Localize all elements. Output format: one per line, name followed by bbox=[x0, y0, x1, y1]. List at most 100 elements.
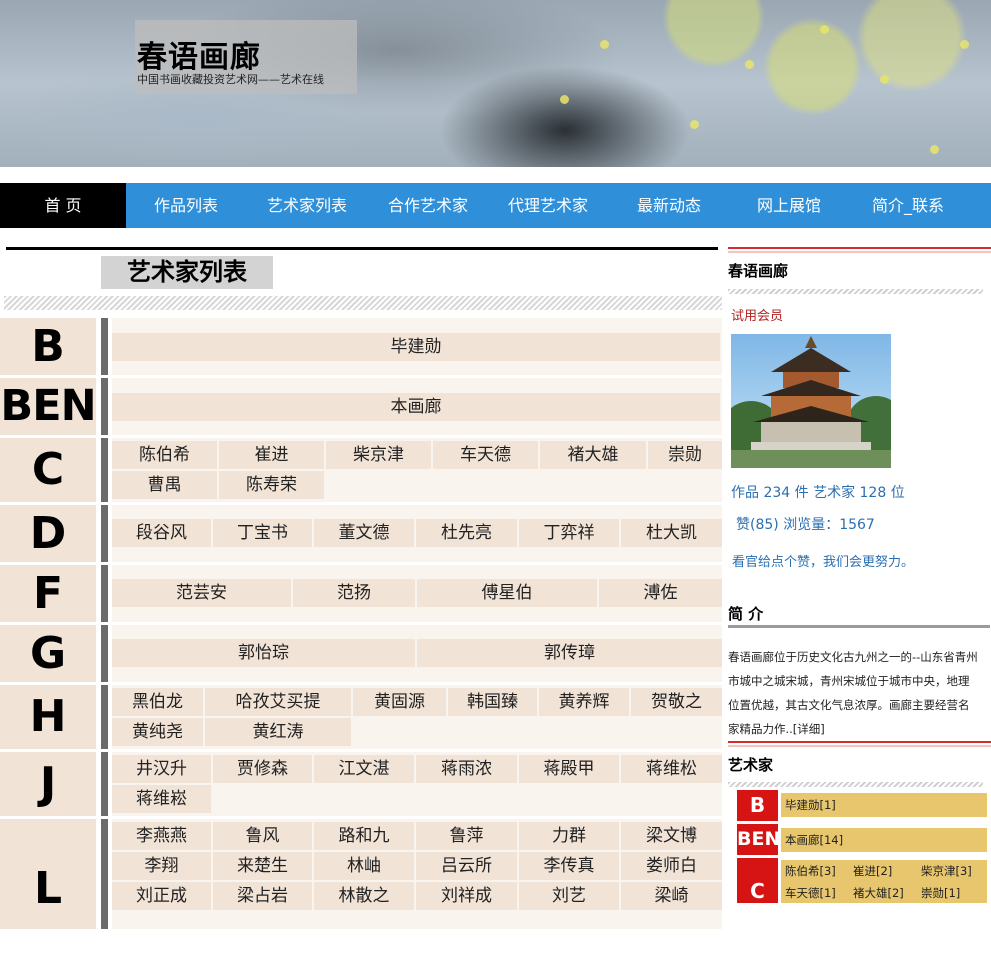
artist-link[interactable]: 丁弈祥 bbox=[519, 519, 621, 547]
artist-link[interactable]: 哈孜艾买提 bbox=[205, 688, 353, 716]
artist-link[interactable]: 陈伯希 bbox=[112, 441, 219, 469]
group-letter: F bbox=[0, 565, 96, 622]
artist-link[interactable]: 刘正成 bbox=[112, 882, 213, 910]
group-letter: L bbox=[0, 819, 96, 929]
group-names: 井汉升 贾修森 江文湛 蒋雨浓 蒋殿甲 蒋维松 蒋维崧 bbox=[112, 752, 722, 816]
nav-item-online-gallery[interactable]: 网上展馆 bbox=[730, 183, 848, 228]
sidebar-red-rule bbox=[728, 741, 991, 743]
artist-link[interactable]: 崔进 bbox=[219, 441, 326, 469]
sidebar-intro-heading: 简 介 bbox=[728, 605, 764, 623]
artist-link[interactable]: 路和九 bbox=[314, 822, 416, 850]
decorative-dot bbox=[820, 25, 829, 34]
artist-link[interactable]: 曹禺 bbox=[112, 471, 219, 499]
artist-link[interactable]: 蒋维松 bbox=[621, 755, 722, 783]
artist-link[interactable]: 娄师白 bbox=[621, 852, 722, 880]
artist-link[interactable]: 蒋雨浓 bbox=[416, 755, 519, 783]
group-names: 李燕燕 鲁风 路和九 鲁萍 力群 梁文博 李翔 来楚生 林岫 吕云所 李传真 娄… bbox=[112, 819, 722, 929]
artist-link[interactable]: 李传真 bbox=[519, 852, 621, 880]
artist-link[interactable]: 贾修森 bbox=[213, 755, 314, 783]
artist-link[interactable]: 梁崎 bbox=[621, 882, 722, 910]
artist-link[interactable]: 郭怡琮 bbox=[112, 639, 417, 667]
artist-link[interactable]: 褚大雄 bbox=[540, 441, 648, 469]
artist-link[interactable]: 崇勋 bbox=[648, 441, 722, 469]
artist-group-d: D 段谷风 丁宝书 董文德 杜先亮 丁弈祥 杜大凯 bbox=[0, 505, 722, 562]
artist-link[interactable]: 黄纯尧 bbox=[112, 718, 205, 746]
artist-link[interactable]: 溥佐 bbox=[599, 579, 722, 607]
artist-link[interactable]: 林散之 bbox=[314, 882, 416, 910]
group-gutter bbox=[101, 505, 108, 562]
decorative-dot bbox=[560, 95, 569, 104]
group-names: 本画廊 bbox=[112, 378, 722, 435]
artist-link[interactable]: 力群 bbox=[519, 822, 621, 850]
hatch-divider bbox=[4, 296, 722, 310]
nav-item-news[interactable]: 最新动态 bbox=[608, 183, 730, 228]
artist-link[interactable]: 蒋殿甲 bbox=[519, 755, 621, 783]
artist-link[interactable]: 董文德 bbox=[314, 519, 416, 547]
side-artist-link[interactable]: 崔进[2] bbox=[853, 863, 892, 879]
artist-link[interactable]: 贺敬之 bbox=[631, 688, 722, 716]
artist-link[interactable]: 刘祥成 bbox=[416, 882, 519, 910]
artist-link[interactable]: 黄红涛 bbox=[205, 718, 353, 746]
like-prompt[interactable]: 看官给点个赞，我们会更努力。 bbox=[732, 551, 914, 570]
gallery-photo[interactable] bbox=[731, 334, 891, 468]
side-group-names: 毕建勋[1] bbox=[781, 793, 987, 817]
group-names: 毕建勋 bbox=[112, 318, 722, 375]
artist-link[interactable]: 梁文博 bbox=[621, 822, 722, 850]
group-gutter bbox=[101, 438, 108, 502]
artist-link[interactable]: 林岫 bbox=[314, 852, 416, 880]
artist-link[interactable]: 鲁萍 bbox=[416, 822, 519, 850]
group-gutter bbox=[101, 378, 108, 435]
artist-link[interactable]: 黑伯龙 bbox=[112, 688, 205, 716]
side-artist-link[interactable]: 陈伯希[3] bbox=[785, 863, 836, 879]
artist-link[interactable]: 韩国臻 bbox=[448, 688, 539, 716]
nav-item-partner-artists[interactable]: 合作艺术家 bbox=[368, 183, 488, 228]
nav-item-about-contact[interactable]: 简介_联系 bbox=[848, 183, 968, 228]
artist-link[interactable]: 段谷风 bbox=[112, 519, 213, 547]
artist-link[interactable]: 本画廊 bbox=[112, 393, 722, 421]
artist-link[interactable]: 陈寿荣 bbox=[219, 471, 326, 499]
artist-group-l: L 李燕燕 鲁风 路和九 鲁萍 力群 梁文博 李翔 来楚生 林岫 吕云所 李传真… bbox=[0, 819, 722, 929]
artist-link[interactable]: 范扬 bbox=[293, 579, 417, 607]
artist-link[interactable]: 毕建勋 bbox=[112, 333, 722, 361]
side-artist-link[interactable]: 崇勋[1] bbox=[921, 885, 960, 901]
decorative-dot bbox=[960, 40, 969, 49]
main-nav: 首 页 作品列表 艺术家列表 合作艺术家 代理艺术家 最新动态 网上展馆 简介_… bbox=[0, 183, 991, 228]
nav-item-agent-artists[interactable]: 代理艺术家 bbox=[488, 183, 608, 228]
artist-link[interactable]: 江文湛 bbox=[314, 755, 416, 783]
artist-group-b: B 毕建勋 bbox=[0, 318, 722, 375]
side-artist-link[interactable]: 毕建勋[1] bbox=[785, 797, 836, 813]
artist-link[interactable]: 吕云所 bbox=[416, 852, 519, 880]
artist-link[interactable]: 李燕燕 bbox=[112, 822, 213, 850]
like-counter[interactable]: 赞(85) 浏览量：1567 bbox=[736, 514, 875, 534]
artist-link[interactable]: 郭传璋 bbox=[417, 639, 722, 667]
nav-item-works[interactable]: 作品列表 bbox=[126, 183, 246, 228]
artist-link[interactable]: 黄养辉 bbox=[539, 688, 631, 716]
artist-link[interactable]: 刘艺 bbox=[519, 882, 621, 910]
artist-link[interactable]: 蒋维崧 bbox=[112, 785, 213, 813]
artist-link[interactable]: 鲁风 bbox=[213, 822, 314, 850]
side-artist-link[interactable]: 柴京津[3] bbox=[921, 863, 972, 879]
group-gutter bbox=[101, 565, 108, 622]
side-artist-link[interactable]: 本画廊[14] bbox=[785, 832, 843, 848]
side-artist-link[interactable]: 褚大雄[2] bbox=[853, 885, 904, 901]
artist-link[interactable]: 柴京津 bbox=[326, 441, 433, 469]
artist-link[interactable]: 范芸安 bbox=[112, 579, 293, 607]
artist-link[interactable]: 傅星伯 bbox=[417, 579, 599, 607]
artist-link[interactable]: 杜大凯 bbox=[621, 519, 722, 547]
artist-link[interactable]: 李翔 bbox=[112, 852, 213, 880]
artist-link[interactable]: 车天德 bbox=[433, 441, 540, 469]
artist-link[interactable]: 丁宝书 bbox=[213, 519, 314, 547]
artist-link[interactable]: 井汉升 bbox=[112, 755, 213, 783]
decorative-dot bbox=[880, 75, 889, 84]
artist-link[interactable]: 来楚生 bbox=[213, 852, 314, 880]
artist-group-h: H 黑伯龙 哈孜艾买提 黄固源 韩国臻 黄养辉 贺敬之 黄纯尧 黄红涛 bbox=[0, 685, 722, 749]
artist-link[interactable]: 黄固源 bbox=[353, 688, 448, 716]
side-artist-link[interactable]: 车天德[1] bbox=[785, 885, 836, 901]
logo-box[interactable]: 春语画廊 中国书画收藏投资艺术网——艺术在线 bbox=[135, 20, 357, 94]
artist-link[interactable]: 梁占岩 bbox=[213, 882, 314, 910]
nav-item-artists[interactable]: 艺术家列表 bbox=[246, 183, 368, 228]
intro-text[interactable]: 春语画廊位于历史文化古九州之一的--山东省青州市城中之城宋城，青州宋城位于城市中… bbox=[728, 645, 978, 741]
nav-item-home[interactable]: 首 页 bbox=[0, 183, 126, 228]
artist-link[interactable]: 杜先亮 bbox=[416, 519, 519, 547]
sidebar-hatch-divider bbox=[728, 289, 983, 294]
